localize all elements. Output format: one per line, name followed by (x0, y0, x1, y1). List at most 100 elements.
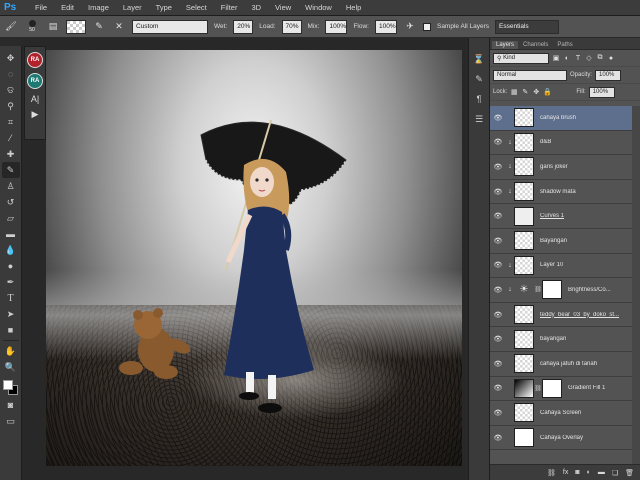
path-selection-tool-icon[interactable]: ➤ (2, 306, 20, 322)
brush-size-picker[interactable]: 50 (24, 20, 40, 33)
layer-name[interactable]: cahaya brush (540, 115, 576, 121)
layer-row[interactable]: 👁 cahaya brush (490, 106, 640, 131)
marquee-tool-icon[interactable]: ◌ (2, 66, 20, 82)
layer-name[interactable]: Cahaya Overlay (540, 435, 583, 441)
layer-thumbnail[interactable] (514, 428, 534, 448)
layer-row[interactable]: 👁 ↓ Layer 10 (490, 253, 640, 279)
blend-mode-select[interactable]: Normal (493, 69, 567, 81)
layer-mask-thumbnail[interactable] (542, 280, 562, 300)
layer-thumbnail[interactable] (514, 305, 534, 325)
sample-all-layers-checkbox[interactable] (422, 22, 431, 31)
flow-field[interactable]: 100% (374, 19, 397, 34)
crop-tool-icon[interactable]: ⌗ (2, 114, 20, 130)
link-icon[interactable]: ⛓ (547, 469, 556, 477)
layer-name[interactable]: d&B (540, 139, 551, 145)
layer-name[interactable]: Layer 10 (540, 262, 563, 268)
layer-thumbnail[interactable] (514, 255, 534, 275)
layer-row[interactable]: 👁 ↓ shadow mata (490, 179, 640, 205)
visibility-eye-icon[interactable]: 👁 (490, 286, 506, 294)
visibility-eye-icon[interactable]: 👁 (490, 434, 506, 442)
visibility-eye-icon[interactable]: 👁 (490, 311, 506, 319)
eraser-tool-icon[interactable]: ▱ (2, 210, 20, 226)
new-layer-icon[interactable]: ❏ (612, 469, 618, 477)
current-brush-load-swatch[interactable] (66, 19, 86, 34)
zoom-tool-icon[interactable]: 🔍 (2, 359, 20, 375)
layer-name[interactable]: Cahaya Screen (540, 410, 581, 416)
mask-link-icon[interactable]: ⛓ (534, 385, 542, 392)
filter-adjustment-icon[interactable]: ◐ (563, 55, 571, 62)
layer-thumbnail[interactable]: ☀ (514, 280, 534, 299)
play-action-icon[interactable]: ▶ (32, 109, 39, 120)
layer-thumbnail[interactable] (514, 206, 534, 226)
menu-file[interactable]: File (28, 0, 54, 16)
layer-thumbnail[interactable] (514, 354, 534, 374)
brush-tool-active-icon[interactable]: ✎ (1, 162, 20, 178)
brush-presets-icon[interactable]: ✎ (471, 72, 487, 86)
layer-row[interactable]: 👁 Bayangan (490, 228, 640, 254)
blur-tool-icon[interactable]: 💧 (2, 242, 20, 258)
type-tool-icon[interactable]: T (2, 290, 20, 306)
screen-mode-icon[interactable]: ▭ (2, 413, 20, 429)
clone-stamp-tool-icon[interactable]: ♙ (2, 178, 20, 194)
layer-row[interactable]: 👁 cahaya jatuh di tanah (490, 351, 640, 377)
menu-help[interactable]: Help (339, 0, 368, 16)
airbrush-icon[interactable]: ✈ (403, 20, 417, 34)
opacity-field[interactable]: 100% (595, 69, 622, 81)
layer-row[interactable]: 👁 Cahaya Screen (490, 401, 640, 426)
tab-paths[interactable]: Paths (553, 41, 576, 49)
layer-filter-select[interactable]: ⚲ Kind (493, 52, 549, 64)
layer-thumbnail[interactable] (514, 108, 534, 128)
lock-transparent-icon[interactable]: ▦ (510, 88, 518, 96)
layer-row[interactable]: 👁 ⛓ Gradient Fill 1 (490, 376, 640, 402)
visibility-eye-icon[interactable]: 👁 (490, 237, 506, 245)
lasso-tool-icon[interactable]: ଡ (2, 82, 20, 98)
lock-position-icon[interactable]: ✥ (532, 88, 540, 96)
layer-thumbnail[interactable] (514, 231, 534, 251)
quick-mask-icon[interactable]: ◙ (2, 397, 20, 413)
filter-shape-icon[interactable]: ◇ (585, 54, 593, 62)
eyedropper-tool-icon[interactable]: ⁄ (2, 130, 20, 146)
layers-scrollbar[interactable] (632, 106, 640, 464)
history-brush-tool-icon[interactable]: ↺ (2, 194, 20, 210)
layer-mask-thumbnail[interactable] (542, 378, 562, 398)
layer-thumbnail[interactable] (514, 329, 534, 349)
filter-type-icon[interactable]: T (574, 55, 582, 62)
visibility-eye-icon[interactable]: 👁 (490, 384, 506, 392)
tab-channels[interactable]: Channels (519, 41, 552, 49)
layer-name[interactable]: Brightness/Co... (568, 287, 611, 293)
workspace-select[interactable]: Essentials (495, 19, 560, 34)
menu-3d[interactable]: 3D (244, 0, 268, 16)
layer-name[interactable]: Curves 1 (540, 213, 564, 219)
layer-row[interactable]: 👁 ↓ ☀ ⛓ Brightness/Co... (490, 278, 640, 303)
filter-toggle-icon[interactable]: ● (607, 55, 615, 62)
folder-icon[interactable]: ▬ (598, 469, 605, 476)
visibility-eye-icon[interactable]: 👁 (490, 188, 506, 196)
menu-filter[interactable]: Filter (214, 0, 245, 16)
layer-name[interactable]: cahaya jatuh di tanah (540, 361, 597, 367)
layer-name[interactable]: Bayangan (540, 238, 567, 244)
menu-type[interactable]: Type (149, 0, 179, 16)
ra-action-badge-teal[interactable]: RA (27, 73, 43, 89)
visibility-eye-icon[interactable]: 👁 (490, 212, 506, 220)
trash-icon[interactable]: 🗑 (625, 469, 634, 477)
pen-tool-icon[interactable]: ✒ (2, 274, 20, 290)
history-panel-icon[interactable]: ⌛ (471, 52, 487, 66)
foreground-color-swatch[interactable] (2, 380, 13, 390)
paragraph-panel-icon[interactable]: ¶ (471, 92, 487, 106)
layer-row[interactable]: 👁 Cahaya Overlay (490, 425, 640, 451)
visibility-eye-icon[interactable]: 👁 (490, 114, 506, 122)
menu-edit[interactable]: Edit (54, 0, 81, 16)
fill-field[interactable]: 100% (588, 86, 615, 98)
visibility-eye-icon[interactable]: 👁 (490, 335, 506, 343)
mask-link-icon[interactable]: ⛓ (534, 286, 542, 293)
gradient-tool-icon[interactable]: ▬ (2, 226, 20, 242)
brush-panel-icon[interactable]: ▤ (46, 20, 60, 34)
visibility-eye-icon[interactable]: 👁 (490, 409, 506, 417)
filter-smart-object-icon[interactable]: ⧉ (596, 54, 604, 62)
layer-row[interactable]: 👁 teddy_bear_03_by_doko_st... (490, 302, 640, 328)
visibility-eye-icon[interactable]: 👁 (490, 261, 506, 269)
layer-row[interactable]: 👁 Curves 1 (490, 204, 640, 229)
tab-layers[interactable]: Layers (492, 41, 519, 49)
move-tool-icon[interactable]: ✥ (2, 50, 20, 66)
layer-name[interactable]: bayangan (540, 336, 566, 342)
